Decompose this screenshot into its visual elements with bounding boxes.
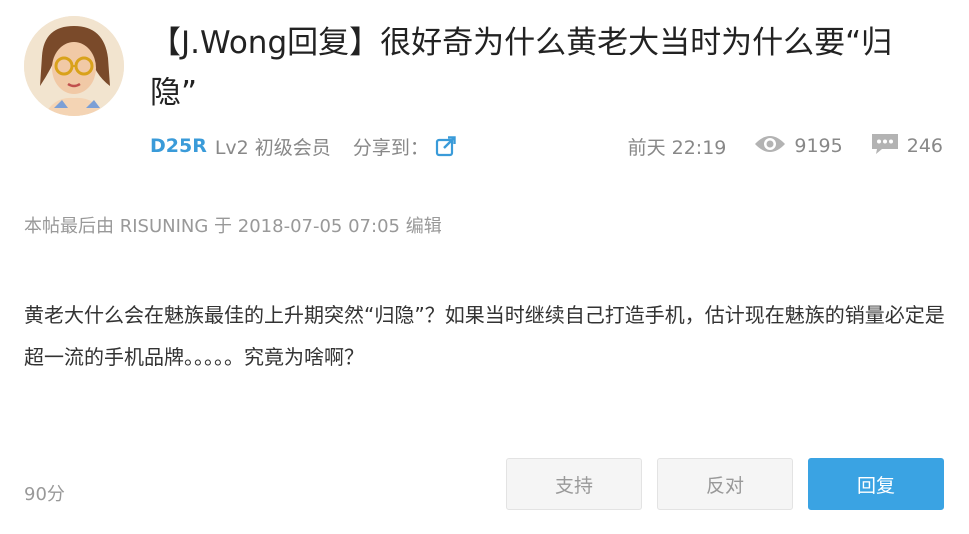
share-icon[interactable] <box>435 135 457 157</box>
post-time: 前天 22:19 <box>627 136 727 159</box>
reply-count-value: 246 <box>906 135 943 157</box>
reply-button[interactable]: 回复 <box>808 458 944 510</box>
post-meta: D25R Lv2 初级会员 分享到： 前天 22:19 9195 246 <box>150 132 943 160</box>
share-label: 分享到： <box>352 136 429 159</box>
post-body: 黄老大什么会在魅族最佳的上升期突然“归隐”？如果当时继续自己打造手机，估计现在魅… <box>24 303 945 369</box>
author-level: Lv2 初级会员 <box>214 136 331 159</box>
view-count: 9195 <box>754 134 843 159</box>
author-name[interactable]: D25R <box>150 135 207 157</box>
post-page: 【J.Wong回复】很好奇为什么黄老大当时为什么要“归隐” D25R Lv2 初… <box>0 0 969 534</box>
share-button[interactable]: 分享到： <box>353 133 457 160</box>
eye-icon <box>754 134 786 159</box>
comment-icon <box>871 132 899 161</box>
reply-count: 246 <box>871 132 943 161</box>
edit-note: 本帖最后由 RISUNING 于 2018-07-05 07:05 编辑 <box>24 216 442 237</box>
oppose-button[interactable]: 反对 <box>657 458 793 510</box>
view-count-value: 9195 <box>794 135 843 157</box>
avatar[interactable] <box>24 16 124 116</box>
post-title: 【J.Wong回复】很好奇为什么黄老大当时为什么要“归隐” <box>150 25 893 111</box>
post-stats: 前天 22:19 9195 246 <box>628 132 943 161</box>
support-button[interactable]: 支持 <box>506 458 642 510</box>
avatar-icon <box>24 16 124 116</box>
post-score: 90分 <box>24 484 65 505</box>
